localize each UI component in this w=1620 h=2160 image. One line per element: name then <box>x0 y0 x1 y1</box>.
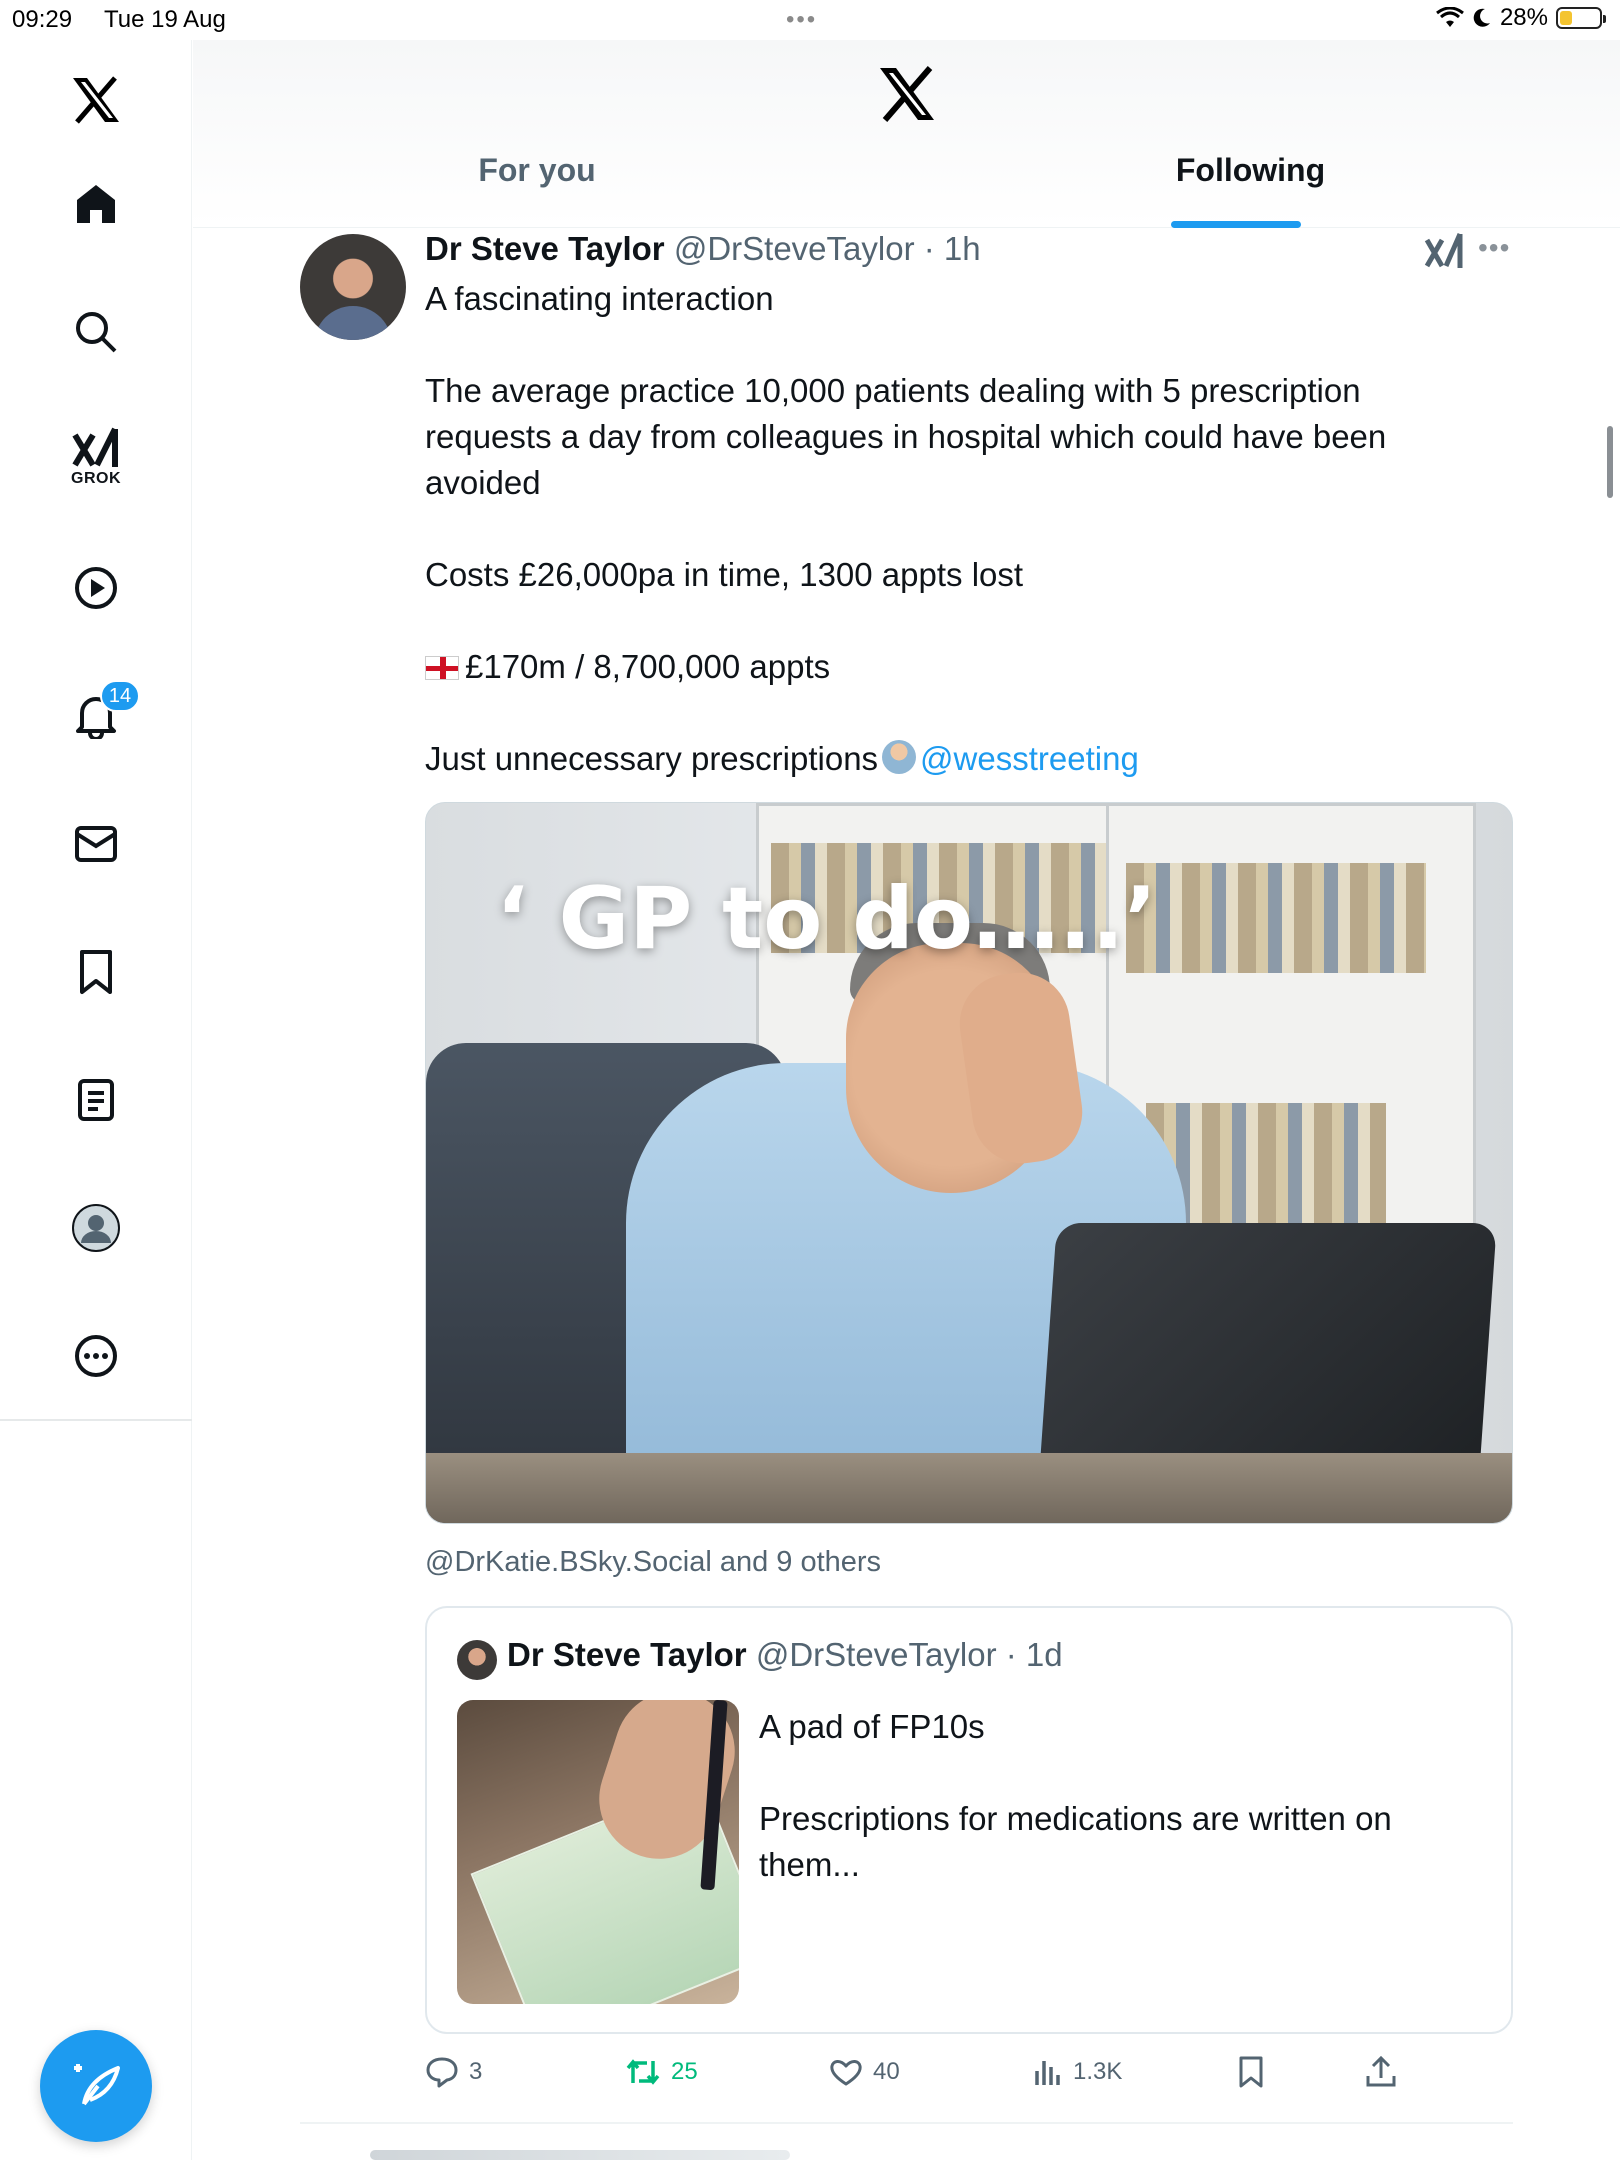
england-flag-emoji <box>425 656 459 680</box>
image-overlay-text: ‘ GP to do…..’ <box>496 869 1157 969</box>
home-icon <box>77 185 115 223</box>
sidebar-item-messages[interactable] <box>58 806 134 882</box>
author-handle[interactable]: @DrSteveTaylor <box>674 230 915 267</box>
moon-icon <box>1473 8 1490 27</box>
lists-icon <box>78 1079 114 1121</box>
repost-icon <box>626 2059 660 2085</box>
tagged-users[interactable]: @DrKatie.BSky.Social and 9 others <box>425 1546 881 1579</box>
sidebar-item-more[interactable] <box>58 1318 134 1394</box>
status-date: Tue 19 Aug <box>104 6 226 33</box>
tweet-line: Just unnecessary prescriptions @wesstreet… <box>425 736 1485 782</box>
tweet-line-text: £170m / 8,700,000 appts <box>465 648 831 685</box>
author-name[interactable]: Dr Steve Taylor <box>425 230 665 267</box>
sidebar-item-video[interactable] <box>58 550 134 626</box>
grok-icon <box>72 427 118 467</box>
repost-button[interactable]: 25 <box>625 2052 698 2092</box>
x-logo-icon[interactable] <box>877 64 937 124</box>
tweet-line: The average practice 10,000 patients dea… <box>425 372 1361 409</box>
messages-icon <box>75 826 117 862</box>
share-button[interactable] <box>1365 2052 1397 2092</box>
bookmark-button[interactable] <box>1237 2052 1265 2092</box>
sidebar: GROK 14 <box>0 40 192 2160</box>
like-count: 40 <box>873 2058 900 2085</box>
sidebar-divider <box>0 1419 192 1421</box>
more-options-icon[interactable]: ••• <box>1478 232 1510 264</box>
notifications-badge: 14 <box>100 680 140 712</box>
more-icon <box>75 1335 117 1377</box>
reply-button[interactable]: 3 <box>425 2052 482 2092</box>
tweet-image[interactable]: ‘ GP to do…..’ <box>425 802 1513 1524</box>
heart-icon <box>830 2060 862 2086</box>
sidebar-item-notifications[interactable]: 14 <box>58 678 140 754</box>
quoted-line: them... <box>759 1846 860 1883</box>
repost-count: 25 <box>671 2058 698 2085</box>
grok-label: GROK <box>71 470 121 487</box>
grok-icon[interactable] <box>1424 232 1464 272</box>
avatar <box>457 1640 497 1680</box>
bookmark-icon <box>1239 2056 1263 2088</box>
x-logo-icon <box>73 76 119 124</box>
author-handle: @DrSteveTaylor <box>755 1636 997 1673</box>
video-icon <box>75 567 117 609</box>
tweet-header: Dr Steve Taylor @DrSteveTaylor · 1h <box>425 230 981 268</box>
sidebar-item-search[interactable] <box>58 294 134 370</box>
reply-icon <box>426 2057 458 2088</box>
battery-percent: 28% <box>1499 4 1548 31</box>
sidebar-item-grok[interactable]: GROK <box>58 420 134 496</box>
mention-link[interactable]: @wesstreeting <box>920 740 1139 777</box>
scroll-indicator[interactable] <box>1607 426 1613 498</box>
tweet-line: Costs £26,000pa in time, 1300 appts lost <box>425 556 1024 593</box>
wifi-icon <box>1436 7 1464 27</box>
sidebar-item-home[interactable] <box>58 166 134 242</box>
active-tab-indicator <box>1171 221 1301 228</box>
status-right: 28% <box>1436 4 1606 32</box>
tweet-time[interactable]: · 1h <box>915 230 981 267</box>
sidebar-item-x-logo[interactable] <box>58 62 134 138</box>
views-button[interactable]: 1.3K <box>1033 2052 1122 2092</box>
sidebar-item-bookmarks[interactable] <box>58 934 134 1010</box>
tweet-actions: 3 25 40 1.3K <box>425 2052 1485 2092</box>
quoted-line: A pad of FP10s <box>759 1708 985 1745</box>
views-icon <box>1035 2061 1060 2085</box>
tweet-text: A fascinating interaction The average pr… <box>425 276 1485 782</box>
status-time: 09:29 <box>12 6 73 33</box>
tab-following[interactable]: Following <box>881 152 1620 228</box>
shrug-emoji <box>882 740 917 774</box>
tweet-divider <box>300 2122 1513 2124</box>
battery-icon <box>1556 7 1606 29</box>
status-bar: 09:29 Tue 19 Aug ••• 28% <box>0 0 1620 40</box>
timeline-header: For you Following <box>193 40 1620 228</box>
tweet-line: A fascinating interaction <box>425 280 774 317</box>
tab-for-you-label: For you <box>478 152 596 188</box>
tab-following-label: Following <box>1175 152 1326 188</box>
tweet-line: requests a day from colleagues in hospit… <box>425 418 1387 455</box>
tweet-line-text: Just unnecessary prescriptions <box>425 740 879 777</box>
sidebar-item-lists[interactable] <box>58 1062 134 1138</box>
next-tweet-peek <box>370 2150 790 2160</box>
profile-icon <box>72 1204 120 1252</box>
share-icon <box>1366 2056 1396 2087</box>
tweet-line: avoided <box>425 464 541 501</box>
author-name: Dr Steve Taylor <box>507 1636 747 1673</box>
compose-icon <box>74 2064 120 2106</box>
reply-count: 3 <box>469 2058 483 2085</box>
tweet-time: · 1d <box>996 1636 1063 1673</box>
quoted-line: Prescriptions for medications are writte… <box>759 1800 1392 1837</box>
tab-for-you[interactable]: For you <box>193 152 881 228</box>
compose-button[interactable] <box>40 2030 152 2142</box>
search-icon <box>76 312 117 353</box>
like-button[interactable]: 40 <box>829 2052 900 2092</box>
quoted-tweet-image <box>457 1700 739 2004</box>
sidebar-item-profile[interactable] <box>58 1190 134 1266</box>
quoted-tweet[interactable]: Dr Steve Taylor @DrSteveTaylor · 1d A pa… <box>425 1606 1513 2034</box>
bookmarks-icon <box>80 950 112 994</box>
tweet-line: £170m / 8,700,000 appts <box>425 644 1485 690</box>
quoted-tweet-text: A pad of FP10s Prescriptions for medicat… <box>759 1704 1489 1888</box>
views-count: 1.3K <box>1073 2058 1123 2085</box>
multitasking-dots[interactable]: ••• <box>786 6 817 34</box>
avatar[interactable] <box>300 234 406 340</box>
quoted-tweet-header: Dr Steve Taylor @DrSteveTaylor · 1d <box>507 1636 1063 1674</box>
